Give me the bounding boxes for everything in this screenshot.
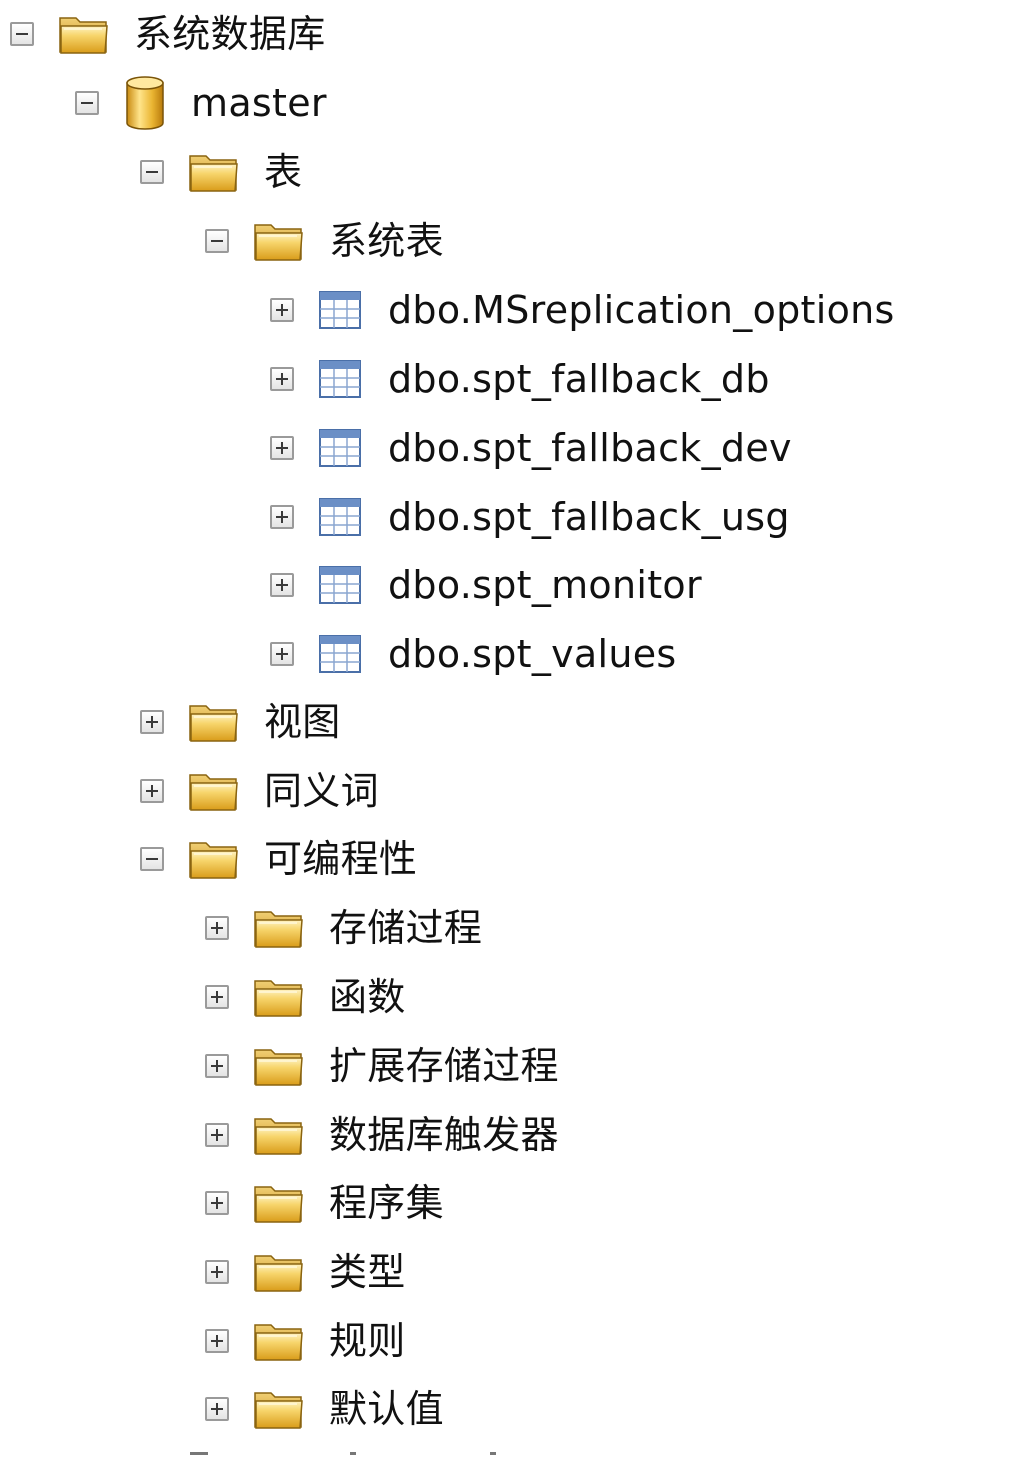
folder-icon [253,1250,305,1294]
tree-node-folder[interactable]: 类型 [205,1240,406,1304]
tree-node-table[interactable]: dbo.spt_fallback_usg [270,485,790,549]
tree-node-views[interactable]: 视图 [140,690,341,754]
expand-toggle-icon[interactable] [205,1054,229,1078]
collapse-toggle-icon[interactable] [10,22,34,46]
tree-node-label: 程序集 [329,1181,444,1225]
folder-icon [253,906,305,950]
folder-icon [58,12,110,56]
tree-node-label: 同义词 [264,769,379,813]
tree-node-table[interactable]: dbo.spt_fallback_db [270,347,770,411]
expand-toggle-icon[interactable] [270,367,294,391]
object-explorer-tree: 系统数据库 master 表 系统表 dbo.MSreplication_opt… [0,0,1024,1460]
tree-node-label: 系统数据库 [134,12,326,56]
expand-toggle-icon[interactable] [205,916,229,940]
folder-icon [253,1113,305,1157]
folder-icon [188,150,240,194]
collapse-toggle-icon[interactable] [75,91,99,115]
folder-icon [188,769,240,813]
tree-node-label: 视图 [264,700,341,744]
tree-node-label: 可编程性 [264,837,418,881]
partially-visible-row [190,1452,510,1460]
folder-icon [188,700,240,744]
folder-icon [253,975,305,1019]
tree-node-tables[interactable]: 表 [140,140,302,204]
tree-node-system-tables[interactable]: 系统表 [205,209,444,273]
tree-node-synonyms[interactable]: 同义词 [140,759,379,823]
folder-icon [253,1387,305,1431]
expand-toggle-icon[interactable] [270,573,294,597]
tree-node-label: 数据库触发器 [329,1113,559,1157]
table-icon [318,290,362,330]
tree-node-table[interactable]: dbo.spt_fallback_dev [270,416,792,480]
tree-node-label: 扩展存储过程 [329,1044,559,1088]
tree-node-table[interactable]: dbo.spt_values [270,622,677,686]
tree-node-label: dbo.spt_values [388,632,677,676]
tree-node-label: 表 [264,150,303,194]
expand-toggle-icon[interactable] [140,710,164,734]
table-icon [318,428,362,468]
tree-node-label: dbo.spt_fallback_db [388,357,770,401]
folder-icon [253,1181,305,1225]
folder-icon [253,219,305,263]
expand-toggle-icon[interactable] [205,1123,229,1147]
expand-toggle-icon[interactable] [205,1397,229,1421]
tree-node-label: dbo.spt_fallback_usg [388,495,790,539]
database-icon [123,75,167,131]
expand-toggle-icon[interactable] [205,1260,229,1284]
tree-node-label: 类型 [329,1250,406,1294]
table-icon [318,565,362,605]
table-icon [318,497,362,537]
collapse-toggle-icon[interactable] [205,229,229,253]
tree-node-folder[interactable]: 存储过程 [205,896,482,960]
folder-icon [188,837,240,881]
table-icon [318,359,362,399]
expand-toggle-icon[interactable] [205,1329,229,1353]
tree-node-label: 存储过程 [329,906,483,950]
expand-toggle-icon[interactable] [205,985,229,1009]
expand-toggle-icon[interactable] [205,1191,229,1215]
expand-toggle-icon[interactable] [140,779,164,803]
tree-node-folder[interactable]: 程序集 [205,1171,444,1235]
expand-toggle-icon[interactable] [270,436,294,460]
tree-node-label: 函数 [329,975,406,1019]
table-icon [318,634,362,674]
tree-node-folder[interactable]: 默认值 [205,1377,444,1441]
tree-node-label: dbo.spt_fallback_dev [388,426,792,470]
tree-node-folder[interactable]: 数据库触发器 [205,1103,559,1167]
tree-node-folder[interactable]: 函数 [205,965,406,1029]
tree-node-programmability[interactable]: 可编程性 [140,827,417,891]
tree-node-system-databases[interactable]: 系统数据库 [10,2,326,66]
folder-icon [253,1044,305,1088]
collapse-toggle-icon[interactable] [140,160,164,184]
tree-node-table[interactable]: dbo.spt_monitor [270,553,702,617]
folder-icon [253,1319,305,1363]
expand-toggle-icon[interactable] [270,505,294,529]
tree-node-master[interactable]: master [75,71,327,135]
tree-node-folder[interactable]: 扩展存储过程 [205,1034,559,1098]
tree-node-folder[interactable]: 规则 [205,1309,406,1373]
tree-node-label: dbo.spt_monitor [388,563,702,607]
tree-node-label: master [191,81,327,125]
collapse-toggle-icon[interactable] [140,847,164,871]
tree-node-label: 系统表 [329,219,444,263]
tree-node-label: 默认值 [329,1387,444,1431]
expand-toggle-icon[interactable] [270,642,294,666]
tree-node-label: 规则 [329,1319,406,1363]
tree-node-label: dbo.MSreplication_options [388,288,895,332]
tree-node-table[interactable]: dbo.MSreplication_options [270,278,895,342]
expand-toggle-icon[interactable] [270,298,294,322]
